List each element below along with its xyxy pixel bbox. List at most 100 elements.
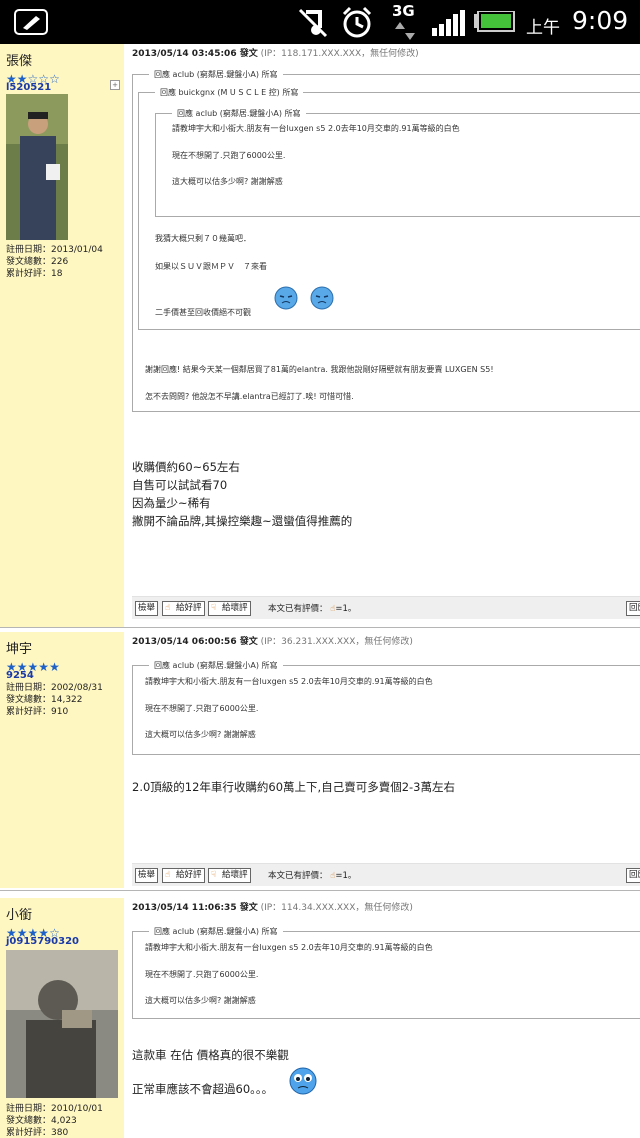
quote-line: 這大概可以估多少啊? 謝謝解惑	[145, 996, 256, 1005]
music-muted-icon	[298, 8, 328, 38]
status-ampm: 上午	[526, 18, 560, 38]
sad-smiley-icon	[310, 286, 334, 310]
post-body-line: 自售可以試試看70	[132, 478, 228, 492]
signal-icon	[432, 10, 465, 36]
avatar[interactable]	[6, 950, 118, 1098]
good-rating-button[interactable]: ☝ 給好評	[162, 868, 205, 883]
post-body-line: 因為量少~稀有	[132, 496, 211, 510]
post: 張傑 ★★☆☆☆ l520521 + 註冊日期：2013/01/04 發文總數：…	[0, 44, 640, 627]
quote-line: 怎不去問問? 他說怎不早講.elantra已經訂了.唉! 可惜可惜.	[145, 392, 354, 401]
3g-data-icon: 3G	[390, 2, 420, 42]
quote-line: 謝謝回應! 結果今天某一個鄰居買了81萬的elantra. 我跟他說剛好隔壁就有…	[145, 365, 494, 374]
post-header: 2013/05/14 11:06:35 發文 (IP：114.34.XXX.XX…	[132, 900, 413, 913]
post-body-line: 這款車 在估 價格真的很不樂觀	[132, 1048, 289, 1062]
app-notification-icon	[14, 9, 48, 35]
status-bar: 3G 上午 9:09	[0, 0, 640, 44]
post-body: 2.0頂級的12年車行收購約60萬上下,自己賣可多賣個2-3萬左右	[132, 778, 455, 796]
post-count: 發文總數：14,322	[6, 695, 83, 705]
quote-block-inner: 回應 aclub (窮鄰居.鍵盤小A) 所寫 請教坤宇大和小銜大.朋友有一台lu…	[155, 108, 640, 217]
post-header: 2013/05/14 03:45:06 發文 (IP：118.171.XXX.X…	[132, 46, 419, 59]
rating-total: 累計好評：380	[6, 1128, 69, 1138]
battery-icon	[474, 11, 515, 32]
bad-rating-button[interactable]: ☟ 給壞評	[208, 601, 251, 616]
post-ip: (IP：114.34.XXX.XXX，無任何修改)	[260, 903, 413, 913]
thumb-down-icon: ☟	[211, 870, 217, 880]
report-button[interactable]: 檢舉	[135, 868, 159, 883]
quote-title: 回應 aclub (窮鄰居.鍵盤小A) 所寫	[149, 660, 283, 671]
post-action-bar: 檢舉 ☝給好評 ☟給壞評 本文已有評價： ☝=1。 回應	[132, 863, 640, 886]
post-body-line: 2.0頂級的12年車行收購約60萬上下,自己賣可多賣個2-3萬左右	[132, 780, 455, 794]
post-body-line: 收購價約60~65左右	[132, 460, 240, 474]
post: 小銜 ★★★★☆ j0915790320 註冊日期：2010/10/01 發文總…	[0, 898, 640, 1138]
reply-button[interactable]: 回應	[626, 868, 640, 883]
reply-button[interactable]: 回應	[626, 601, 640, 616]
status-time: 9:09	[572, 6, 629, 35]
quote-line: 現在不想開了.只跑了6000公里.	[145, 970, 259, 979]
quote-block: 回應 aclub (窮鄰居.鍵盤小A) 所寫 回應 buickgnx (M U …	[132, 69, 640, 412]
good-rating-button[interactable]: ☝ 給好評	[162, 601, 205, 616]
quote-title: 回應 buickgnx (M U S C L E 控) 所寫	[155, 87, 304, 98]
author-stars: ★★☆☆☆	[6, 68, 60, 86]
rating-summary: 本文已有評價： ☝=1。	[268, 871, 357, 881]
author-panel: 張傑 ★★☆☆☆ l520521 + 註冊日期：2013/01/04 發文總數：…	[0, 44, 124, 627]
register-date: 註冊日期：2013/01/04	[6, 245, 103, 255]
post-date: 2013/05/14 11:06:35 發文	[132, 903, 258, 913]
rating-total: 累計好評：18	[6, 269, 63, 279]
quote-line: 這大概可以估多少啊? 謝謝解惑	[172, 177, 283, 186]
post-header: 2013/05/14 06:00:56 發文 (IP：36.231.XXX.XX…	[132, 634, 413, 647]
quote-line: 請教坤宇大和小銜大.朋友有一台luxgen s5 2.0去年10月交車的.91萬…	[145, 943, 433, 952]
quote-line: 這大概可以估多少啊? 謝謝解惑	[145, 730, 256, 739]
post-ip: (IP：118.171.XXX.XXX，無任何修改)	[260, 49, 419, 59]
post-count: 發文總數：226	[6, 257, 69, 267]
author-stars: ★★★★☆	[6, 922, 60, 940]
post-divider	[0, 890, 640, 891]
author-name[interactable]: 小銜	[6, 904, 32, 923]
quote-block-nested: 回應 buickgnx (M U S C L E 控) 所寫 回應 aclub …	[138, 87, 640, 330]
author-stars: ★★★★★	[6, 656, 60, 674]
post-ip: (IP：36.231.XXX.XXX，無任何修改)	[260, 637, 413, 647]
post-date: 2013/05/14 03:45:06 發文	[132, 49, 258, 59]
quote-line: 我猜大概只剩７０幾萬吧．	[155, 234, 251, 243]
rating-summary: 本文已有評價： ☝=1。	[268, 604, 357, 614]
author-id[interactable]: l520521	[6, 82, 51, 93]
star-filled-icon: ★	[38, 660, 50, 674]
quote-line: 二手價甚至回收價絕不可觀	[155, 308, 251, 317]
quote-block: 回應 aclub (窮鄰居.鍵盤小A) 所寫 請教坤宇大和小銜大.朋友有一台lu…	[132, 926, 640, 1019]
post-body: 收購價約60~65左右 自售可以試試看70 因為量少~稀有 撇開不論品牌,其操控…	[132, 458, 352, 530]
expand-icon[interactable]: +	[110, 80, 120, 90]
quote-block: 回應 aclub (窮鄰居.鍵盤小A) 所寫 請教坤宇大和小銜大.朋友有一台lu…	[132, 660, 640, 755]
post-date: 2013/05/14 06:00:56 發文	[132, 637, 258, 647]
author-panel: 小銜 ★★★★☆ j0915790320 註冊日期：2010/10/01 發文總…	[0, 898, 124, 1138]
quote-line: 現在不想開了.只跑了6000公里.	[172, 151, 286, 160]
author-name[interactable]: 坤宇	[6, 638, 32, 657]
report-button[interactable]: 檢舉	[135, 601, 159, 616]
author-name[interactable]: 張傑	[6, 50, 32, 69]
quote-line: 請教坤宇大和小銜大.朋友有一台luxgen s5 2.0去年10月交車的.91萬…	[172, 124, 460, 133]
post-body-line: 撇開不論品牌,其操控樂趣~還蠻值得推薦的	[132, 514, 353, 528]
rating-total: 累計好評：910	[6, 707, 69, 717]
quote-title: 回應 aclub (窮鄰居.鍵盤小A) 所寫	[149, 926, 283, 937]
register-date: 註冊日期：2010/10/01	[6, 1104, 103, 1114]
post-divider	[0, 627, 640, 628]
alarm-icon	[342, 6, 372, 38]
quote-title: 回應 aclub (窮鄰居.鍵盤小A) 所寫	[172, 108, 306, 119]
quote-title: 回應 aclub (窮鄰居.鍵盤小A) 所寫	[149, 69, 283, 80]
post-count: 發文總數：4,023	[6, 1116, 77, 1126]
thumb-up-icon: ☝	[165, 870, 171, 880]
star-filled-icon: ★	[49, 660, 60, 674]
author-id[interactable]: 9254	[6, 670, 34, 681]
thumb-down-icon: ☟	[211, 603, 217, 613]
quote-line: 如果以ＳＵＶ跟ＭＰＶ ７來看	[155, 262, 267, 271]
post-body-line: 正常車應該不會超過60。。。	[132, 1082, 274, 1096]
author-panel: 坤宇 ★★★★★ 9254 註冊日期：2002/08/31 發文總數：14,32…	[0, 632, 124, 888]
bad-rating-button[interactable]: ☟ 給壞評	[208, 868, 251, 883]
sad-smiley-icon	[274, 286, 298, 310]
post: 坤宇 ★★★★★ 9254 註冊日期：2002/08/31 發文總數：14,32…	[0, 632, 640, 888]
crying-smiley-icon	[289, 1067, 317, 1095]
thumb-up-icon: ☝	[165, 603, 171, 613]
post-action-bar: 檢舉 ☝給好評 ☟給壞評 本文已有評價： ☝=1。 回應	[132, 596, 640, 619]
author-id[interactable]: j0915790320	[6, 936, 79, 947]
quote-line: 請教坤宇大和小銜大.朋友有一台luxgen s5 2.0去年10月交車的.91萬…	[145, 677, 433, 686]
register-date: 註冊日期：2002/08/31	[6, 683, 103, 693]
avatar[interactable]	[6, 94, 68, 240]
